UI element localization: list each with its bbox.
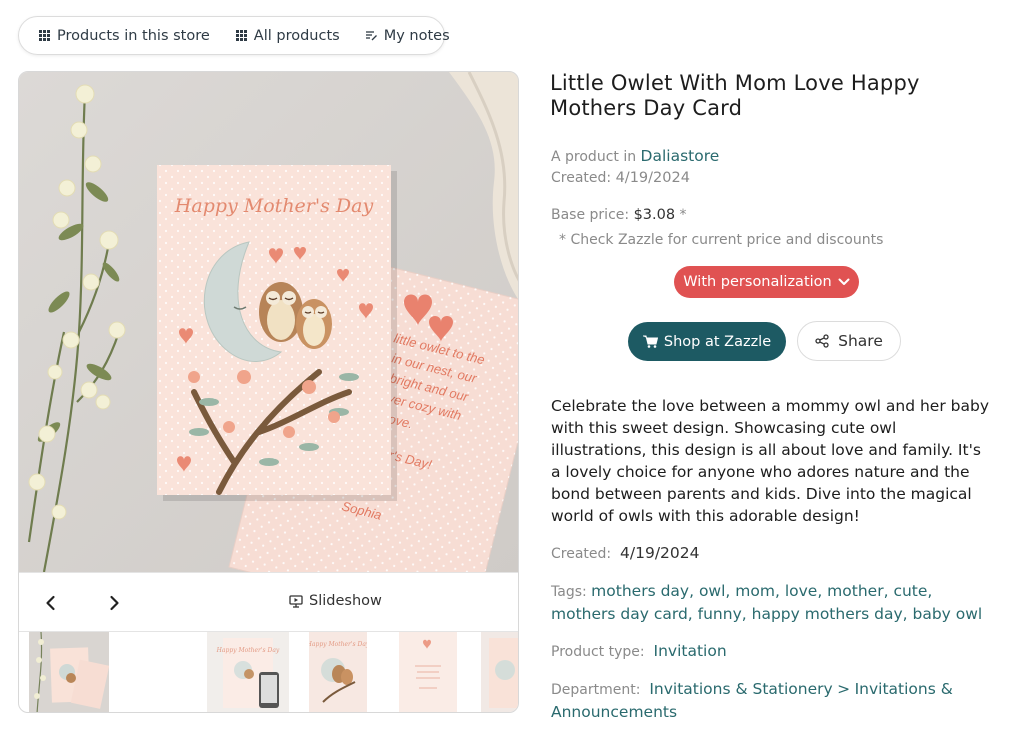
created-date: 4/19/2024 (620, 544, 700, 562)
nav-products-in-store[interactable]: Products in this store (39, 28, 210, 44)
product-gallery: little owlet to the in our nest, our bri… (18, 71, 519, 713)
slideshow-button[interactable]: Slideshow (289, 593, 382, 609)
product-main-image[interactable]: little owlet to the in our nest, our bri… (19, 72, 519, 572)
personalization-label: With personalization (683, 274, 832, 290)
share-button[interactable]: Share (797, 321, 901, 361)
product-title: Little Owlet With Mom Love Happy Mothers… (550, 71, 920, 120)
tag-link[interactable]: mother (827, 582, 883, 600)
gallery-controls: Slideshow (19, 572, 518, 632)
nav-my-notes[interactable]: My notes (365, 27, 450, 44)
thumbnail[interactable]: Happy Mother's Day (207, 632, 289, 713)
store-line: A product in Daliastore (551, 147, 719, 165)
notes-icon (365, 31, 377, 41)
cart-icon (642, 335, 658, 348)
slideshow-icon (289, 594, 303, 608)
tag-link[interactable]: mothers day (591, 582, 689, 600)
thumbnail-strip: Happy Mother's Day Happy Mother's Day (19, 632, 519, 713)
shop-at-zazzle-button[interactable]: Shop at Zazzle (628, 322, 786, 361)
card-headline: Happy Mother's Day (174, 195, 374, 217)
thumbnail[interactable] (481, 632, 519, 713)
department-line: Department: Invitations & Stationery > I… (551, 678, 991, 724)
thumb-card-headline: Happy Mother's Day (216, 647, 280, 654)
created-date: 4/19/2024 (615, 170, 690, 186)
base-price-line: Base price: $3.08 * (551, 207, 687, 223)
created-line-2: Created: 4/19/2024 (551, 544, 700, 562)
thumb-card-headline: Happy Mother's Day (309, 641, 367, 648)
base-price-label: Base price: (551, 207, 630, 223)
share-label: Share (838, 332, 883, 350)
tag-link[interactable]: mom (735, 582, 775, 600)
created-line: Created: 4/19/2024 (551, 170, 690, 186)
store-nav: Products in this store All products My n… (18, 16, 450, 55)
chevron-down-icon (838, 278, 850, 285)
share-icon (815, 334, 829, 348)
thumbnail[interactable] (29, 632, 109, 713)
nav-my-notes-label: My notes (383, 27, 450, 44)
tag-link[interactable]: funny (698, 605, 742, 623)
nav-products-in-store-label: Products in this store (57, 27, 210, 44)
department-label: Department: (551, 682, 641, 698)
grid-icon (39, 30, 50, 41)
slideshow-label: Slideshow (309, 593, 382, 609)
store-link[interactable]: Daliastore (641, 147, 720, 165)
thumbnail[interactable]: Happy Mother's Day (309, 632, 367, 713)
product-in-label: A product in (551, 149, 637, 165)
chevron-left-icon[interactable] (41, 593, 61, 613)
created-label: Created: (551, 170, 612, 186)
price-note: * Check Zazzle for current price and dis… (559, 232, 884, 248)
chevron-right-icon[interactable] (104, 593, 124, 613)
breadcrumb-separator: > (837, 680, 851, 698)
product-type-link[interactable]: Invitation (654, 642, 727, 660)
tags-section: Tags: mothers day, owl, mom, love, mothe… (551, 582, 983, 623)
base-price-value: $3.08 (633, 207, 676, 223)
grid-icon (235, 30, 247, 41)
tag-link[interactable]: happy mothers day (752, 605, 903, 623)
personalization-button[interactable]: With personalization (674, 266, 859, 298)
product-type-label: Product type: (551, 644, 645, 660)
tag-link[interactable]: baby owl (913, 605, 983, 623)
nav-all-products-label: All products (253, 27, 340, 44)
tag-link[interactable]: owl (699, 582, 725, 600)
tag-link[interactable]: mothers day card (551, 605, 688, 623)
department-link[interactable]: Invitations & Stationery (649, 680, 832, 698)
product-type-line: Product type: Invitation (551, 642, 727, 660)
tag-link[interactable]: love (785, 582, 818, 600)
created-label: Created: (551, 546, 612, 562)
product-description: Celebrate the love between a mommy owl a… (551, 397, 989, 525)
tags-label: Tags: (551, 584, 587, 600)
price-asterisk: * (679, 207, 687, 223)
tag-link[interactable]: cute (893, 582, 927, 600)
shop-label: Shop at Zazzle (663, 333, 772, 350)
nav-all-products[interactable]: All products (235, 27, 340, 44)
thumbnail[interactable] (399, 632, 457, 713)
